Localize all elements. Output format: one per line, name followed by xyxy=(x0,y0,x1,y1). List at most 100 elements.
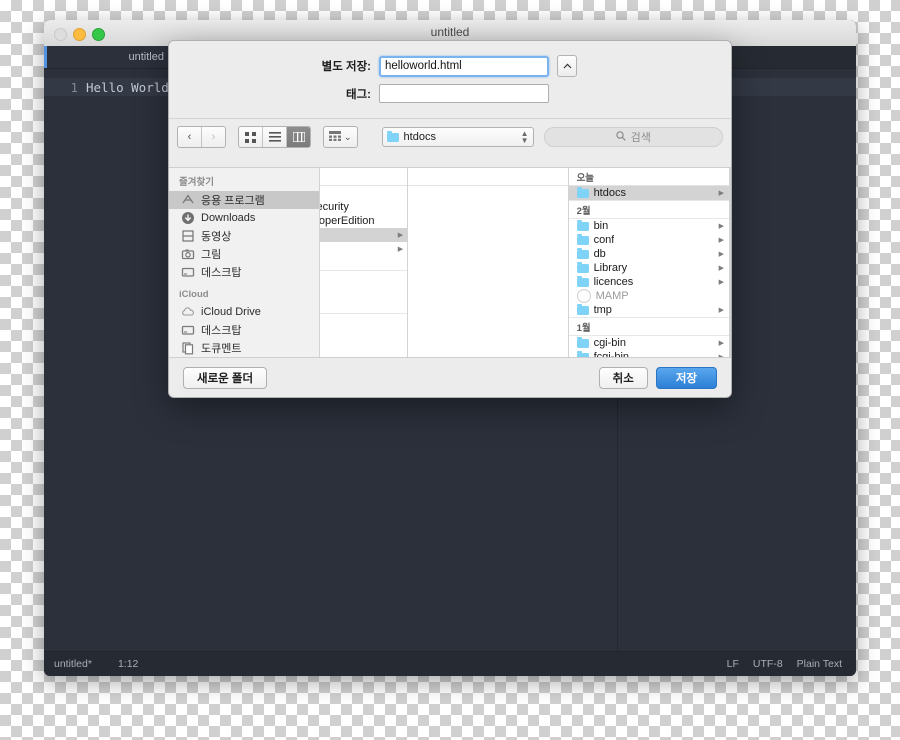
group-header-january: 1월 xyxy=(568,317,729,336)
sidebar-item-label: 동영상 xyxy=(201,231,232,243)
list-item-conf[interactable]: conf ▶ xyxy=(569,233,729,247)
status-filename: untitled* xyxy=(54,658,92,670)
sidebar-item-downloads[interactable]: Downloads xyxy=(169,209,319,227)
disclosure-arrow-icon: ▶ xyxy=(718,340,724,347)
folder-icon xyxy=(576,261,589,273)
dialog-drag-handle[interactable] xyxy=(169,41,731,55)
sidebar-item-label: 그림 xyxy=(201,249,222,261)
save-as-label: 별도 저장: xyxy=(321,61,371,73)
arrange-by-icon xyxy=(329,131,341,143)
list-item-htdocs[interactable]: htdocs ▶ xyxy=(568,186,729,200)
folder-icon xyxy=(576,219,589,231)
list-item-db[interactable]: db ▶ xyxy=(569,247,729,261)
icloud-icon xyxy=(181,305,195,319)
list-item-label: loperEdition xyxy=(320,215,375,227)
favorites-sidebar: 즐겨찾기 응용 프로그램 Downloads 동영상 그림 데스크탑 iClou… xyxy=(169,168,321,357)
sidebar-item-label: iCloud Drive xyxy=(201,306,261,318)
column-separator xyxy=(320,313,408,314)
list-item-neweverdevel[interactable]: newEverdevel ▶ xyxy=(730,200,731,214)
column-partial[interactable]: ecurity loperEdition ▶ ▶ xyxy=(320,168,409,357)
search-input[interactable]: 검색 xyxy=(543,127,723,147)
list-item-tmp[interactable]: tmp ▶ xyxy=(569,303,729,317)
sidebar-item-desktop-icloud[interactable]: 데스크탑 xyxy=(169,321,319,339)
code-line-1: 1 Hello World xyxy=(44,79,170,95)
nav-segmented-control: ‹ › xyxy=(177,126,226,148)
tags-input[interactable] xyxy=(379,84,549,103)
column-header: 오늘 xyxy=(568,168,729,186)
code-text: Hello World xyxy=(86,79,169,95)
forward-button[interactable]: › xyxy=(202,127,225,147)
list-item-bin[interactable]: bin ▶ xyxy=(569,219,729,233)
list-item-label: Library xyxy=(593,262,628,274)
cancel-button[interactable]: 취소 xyxy=(598,366,648,389)
sidebar-item-icloud-drive[interactable]: iCloud Drive xyxy=(169,303,319,321)
new-folder-button[interactable]: 새로운 폴더 xyxy=(183,366,268,389)
list-item-label: bin xyxy=(593,220,609,232)
disclosure-arrow-icon: ▶ xyxy=(719,353,724,357)
chevron-up-icon[interactable] xyxy=(557,55,577,77)
path-popup-label: htdocs xyxy=(403,131,436,143)
disclosure-arrow-icon: ▶ xyxy=(718,265,724,272)
save-button[interactable]: 저장 xyxy=(655,366,717,389)
folder-icon xyxy=(576,336,589,348)
list-item-everdevel[interactable]: everdevel ▶ xyxy=(730,186,731,200)
list-item[interactable] xyxy=(320,186,407,200)
disclosure-arrow-icon: ▶ xyxy=(718,251,724,258)
list-item-label: conf xyxy=(593,234,615,246)
status-line-ending[interactable]: LF xyxy=(727,658,739,670)
sidebar-item-applications[interactable]: 응용 프로그램 xyxy=(169,191,320,209)
editor-window-title: untitled xyxy=(430,25,470,39)
list-item[interactable]: ecurity xyxy=(320,200,407,214)
list-item-licences[interactable]: licences ▶ xyxy=(569,275,729,289)
folder-icon xyxy=(576,233,589,245)
status-cursor-position[interactable]: 1:12 xyxy=(118,658,138,670)
column-htdocs-parent[interactable]: 오늘 htdocs ▶ 2월 bin ▶ conf ▶ db ▶ Library… xyxy=(568,168,730,357)
list-item-label: db xyxy=(593,248,606,260)
line-number-gutter: 1 xyxy=(70,79,78,95)
dialog-toolbar: ‹ › ⌄ htdocs ▲ ▼ 검색 xyxy=(169,118,731,155)
column-view-icon[interactable] xyxy=(287,127,310,147)
column-empty[interactable] xyxy=(408,168,569,357)
folder-icon xyxy=(576,275,589,287)
tab-untitled[interactable]: untitled xyxy=(44,46,174,68)
column-htdocs-contents[interactable]: 오늘 everdevel ▶ newEverdevel ▶ xyxy=(729,168,731,357)
sidebar-item-label: Downloads xyxy=(201,212,256,224)
filename-input[interactable] xyxy=(379,55,549,77)
icon-view-icon[interactable] xyxy=(239,127,263,147)
save-as-row: 별도 저장: xyxy=(169,55,731,77)
list-item-label: licences xyxy=(593,276,634,288)
list-item[interactable]: ▶ xyxy=(320,228,408,242)
list-item[interactable]: ▶ xyxy=(320,242,407,256)
sidebar-item-desktop[interactable]: 데스크탑 xyxy=(169,263,319,281)
tags-label: 태그: xyxy=(346,88,371,101)
group-header-february: 2월 xyxy=(568,200,729,219)
file-browser: 즐겨찾기 응용 프로그램 Downloads 동영상 그림 데스크탑 iClou… xyxy=(169,167,731,358)
list-item[interactable]: loperEdition xyxy=(320,214,407,228)
sidebar-group-title-favorites: 즐겨찾기 xyxy=(179,177,214,188)
status-encoding[interactable]: UTF-8 xyxy=(753,658,783,670)
pictures-icon xyxy=(181,247,195,261)
disclosure-arrow-icon: ▶ xyxy=(397,246,404,253)
list-view-icon[interactable] xyxy=(263,127,287,147)
sidebar-item-documents[interactable]: 도큐멘트 xyxy=(169,339,319,357)
search-icon xyxy=(615,130,626,144)
view-mode-segmented-control xyxy=(238,126,311,148)
path-popup-button[interactable]: htdocs ▲ ▼ xyxy=(381,127,534,147)
sidebar-item-pictures[interactable]: 그림 xyxy=(169,245,319,263)
list-item-mamp[interactable]: MAMP xyxy=(569,289,729,303)
back-button[interactable]: ‹ xyxy=(178,127,202,147)
sidebar-item-movies[interactable]: 동영상 xyxy=(169,227,319,245)
status-syntax[interactable]: Plain Text xyxy=(797,658,842,670)
list-item-library[interactable]: Library ▶ xyxy=(569,261,729,275)
list-item-fcgi-bin[interactable]: fcgi-bin ▶ xyxy=(569,350,729,357)
disabled-disk-icon xyxy=(576,289,591,303)
disclosure-arrow-icon: ▶ xyxy=(718,237,724,244)
tab-label: untitled xyxy=(128,51,164,63)
folder-icon xyxy=(576,247,589,259)
disclosure-arrow-icon: ▶ xyxy=(397,232,404,239)
applications-icon xyxy=(181,193,195,207)
disclosure-arrow-icon: ▶ xyxy=(718,223,724,230)
column-header xyxy=(320,168,408,186)
arrange-by-button[interactable]: ⌄ xyxy=(323,126,358,148)
list-item-cgi-bin[interactable]: cgi-bin ▶ xyxy=(569,336,729,350)
